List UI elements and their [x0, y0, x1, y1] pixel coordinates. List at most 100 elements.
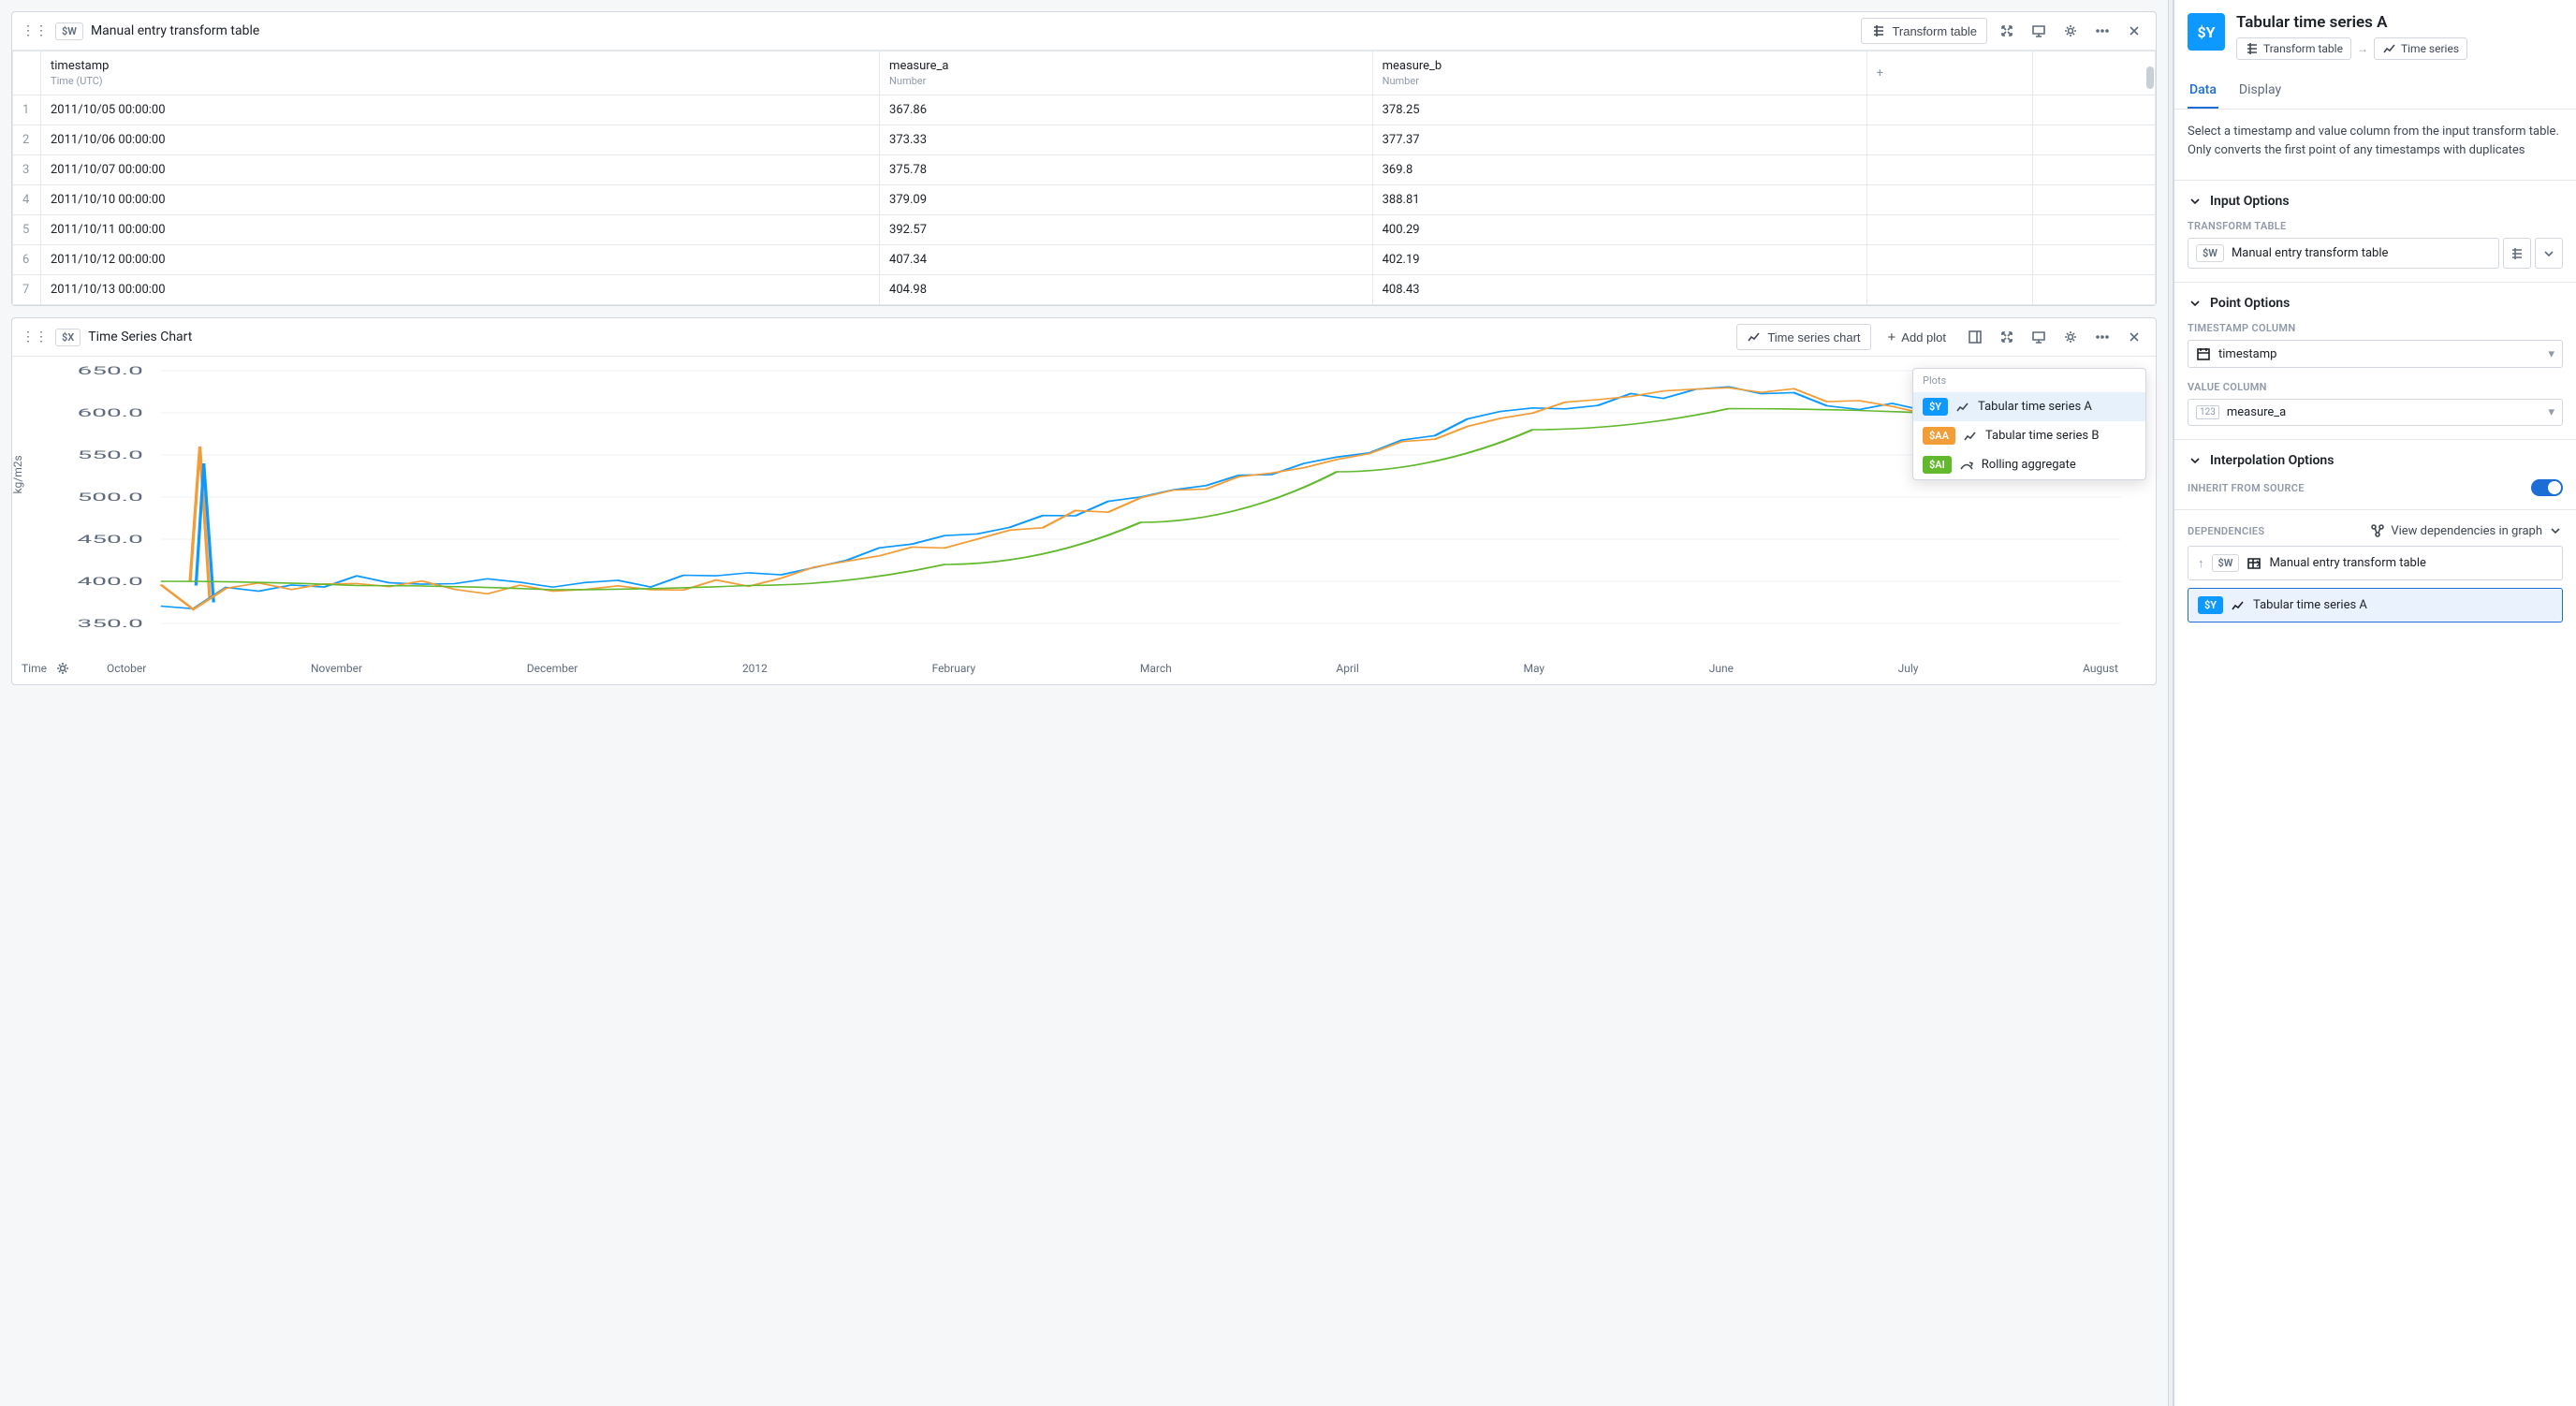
- chevron-down-icon: ▾: [2548, 347, 2554, 361]
- chevron-down-icon[interactable]: [2535, 238, 2563, 269]
- close-icon[interactable]: [2122, 325, 2146, 349]
- plot-item[interactable]: $AI Rolling aggregate: [1913, 450, 2145, 479]
- gear-icon[interactable]: [2058, 325, 2083, 349]
- dep-name: Tabular time series A: [2253, 598, 2367, 612]
- dependency-item[interactable]: ↑ $W Manual entry transform table: [2188, 546, 2563, 580]
- col-header[interactable]: measure_bNumber: [1372, 51, 1866, 95]
- table-row[interactable]: 72011/10/13 00:00:00404.98408.43: [13, 275, 2156, 305]
- table-row[interactable]: 12011/10/05 00:00:00367.86378.25: [13, 95, 2156, 125]
- transform-table-panel: ⋮⋮ $W Manual entry transform table Trans…: [11, 11, 2157, 306]
- table-row[interactable]: 42011/10/10 00:00:00379.09388.81: [13, 185, 2156, 215]
- x-tick: December: [527, 662, 578, 675]
- data-table: timestampTime (UTC) measure_aNumber meas…: [12, 51, 2156, 305]
- section-interpolation[interactable]: Interpolation Options: [2188, 453, 2563, 468]
- chart-type-label: Time series chart: [1767, 330, 1860, 344]
- plot-item[interactable]: $AA Tabular time series B: [1913, 421, 2145, 450]
- table-row[interactable]: 22011/10/06 00:00:00373.33377.37: [13, 125, 2156, 155]
- drag-handle-icon[interactable]: ⋮⋮: [22, 23, 48, 38]
- x-tick: 2012: [742, 662, 768, 675]
- transform-table-button[interactable]: Transform table: [1861, 18, 1987, 44]
- panel-title: Time Series Chart: [88, 330, 192, 344]
- plot-badge: $AI: [1923, 456, 1952, 474]
- more-icon[interactable]: [2090, 325, 2115, 349]
- time-axis-label: Time: [22, 662, 47, 675]
- arrow-up-icon: ↑: [2198, 556, 2204, 571]
- chevron-down-icon: ▾: [2548, 405, 2554, 419]
- field-label: VALUE COLUMN: [2188, 381, 2563, 393]
- x-tick: August: [2083, 662, 2118, 675]
- calendar-icon: [2196, 346, 2211, 361]
- drag-handle-icon[interactable]: ⋮⋮: [22, 330, 48, 344]
- arrow-right-icon: →: [2357, 42, 2368, 55]
- close-icon[interactable]: [2122, 19, 2146, 43]
- add-plot-button[interactable]: + Add plot: [1879, 325, 1955, 350]
- properties-sidebar: $Y Tabular time series A Transform table…: [2174, 0, 2576, 1406]
- more-icon[interactable]: [2090, 19, 2115, 43]
- tab-display[interactable]: Display: [2237, 73, 2283, 109]
- col-header[interactable]: timestampTime (UTC): [41, 51, 880, 95]
- breadcrumb-target[interactable]: Time series: [2374, 37, 2467, 60]
- chevron-down-icon: [2188, 194, 2203, 209]
- plots-popover: Plots $Y Tabular time series A$AA Tabula…: [1912, 368, 2146, 480]
- table-row[interactable]: 32011/10/07 00:00:00375.78369.8: [13, 155, 2156, 185]
- gear-icon[interactable]: [2058, 19, 2083, 43]
- panel-badge: $W: [55, 22, 83, 40]
- indent-icon[interactable]: [2503, 238, 2531, 269]
- chevron-down-icon: [2188, 453, 2203, 468]
- x-tick: February: [932, 662, 976, 675]
- scrollbar[interactable]: [2146, 66, 2154, 89]
- deps-heading: DEPENDENCIES: [2188, 525, 2264, 537]
- transform-table-select[interactable]: $W Manual entry transform table: [2188, 238, 2499, 269]
- dependency-item[interactable]: $Y Tabular time series A: [2188, 588, 2563, 622]
- sidebar-title: Tabular time series A: [2236, 13, 2467, 32]
- plots-popover-title: Plots: [1913, 369, 2145, 392]
- section-point-options[interactable]: Point Options: [2188, 296, 2563, 311]
- expand-icon[interactable]: [1995, 19, 2019, 43]
- chart-type-button[interactable]: Time series chart: [1736, 324, 1870, 350]
- plot-name: Tabular time series B: [1985, 429, 2099, 443]
- inherit-label: INHERIT FROM SOURCE: [2188, 482, 2305, 494]
- expand-icon[interactable]: [1995, 325, 2019, 349]
- timestamp-column-select[interactable]: timestamp ▾: [2188, 340, 2563, 368]
- breadcrumb-source[interactable]: Transform table: [2236, 37, 2351, 60]
- line-icon: [2231, 598, 2246, 613]
- table-row[interactable]: 52011/10/11 00:00:00392.57400.29: [13, 215, 2156, 245]
- series-badge: $Y: [2188, 13, 2225, 51]
- plus-icon: +: [1888, 330, 1896, 345]
- col-header[interactable]: measure_aNumber: [880, 51, 1373, 95]
- x-tick: June: [1709, 662, 1734, 675]
- transform-table-label: Transform table: [1892, 24, 1977, 38]
- x-tick: March: [1140, 662, 1172, 675]
- tab-data[interactable]: Data: [2188, 73, 2218, 109]
- svg-text:550.0: 550.0: [77, 448, 142, 461]
- breadcrumb: Transform table → Time series: [2236, 37, 2467, 60]
- table-row[interactable]: 62011/10/12 00:00:00407.34402.19: [13, 245, 2156, 275]
- plot-item[interactable]: $Y Tabular time series A: [1913, 392, 2145, 421]
- value-column-select[interactable]: 123 measure_a ▾: [2188, 399, 2563, 426]
- dep-badge: $W: [2212, 554, 2240, 572]
- chart-panel: ⋮⋮ $X Time Series Chart Time series char…: [11, 317, 2157, 685]
- line-chart-icon: [2382, 41, 2397, 56]
- add-column-button[interactable]: +: [1866, 51, 2032, 95]
- view-deps-button[interactable]: View dependencies in graph: [2370, 523, 2563, 538]
- svg-text:500.0: 500.0: [77, 491, 142, 504]
- panel-layout-icon[interactable]: [1963, 325, 1987, 349]
- panel-title: Manual entry transform table: [91, 23, 259, 38]
- present-icon[interactable]: [2027, 325, 2051, 349]
- add-plot-label: Add plot: [1901, 330, 1946, 344]
- chart-canvas[interactable]: 350.0400.0450.0500.0550.0600.0650.0: [40, 366, 2143, 628]
- x-tick: April: [1336, 662, 1358, 675]
- plot-name: Tabular time series A: [1978, 400, 2092, 414]
- x-tick: May: [1523, 662, 1544, 675]
- line-chart-icon: [1955, 400, 1970, 415]
- transform-icon: [1871, 23, 1886, 38]
- section-input-options[interactable]: Input Options: [2188, 194, 2563, 209]
- svg-text:650.0: 650.0: [77, 366, 142, 377]
- svg-text:400.0: 400.0: [77, 575, 142, 588]
- gear-icon[interactable]: [54, 660, 71, 677]
- present-icon[interactable]: [2027, 19, 2051, 43]
- inherit-toggle[interactable]: [2531, 479, 2563, 496]
- chevron-down-icon: [2188, 296, 2203, 311]
- transform-icon: [2245, 41, 2260, 56]
- dep-name: Manual entry transform table: [2269, 556, 2425, 570]
